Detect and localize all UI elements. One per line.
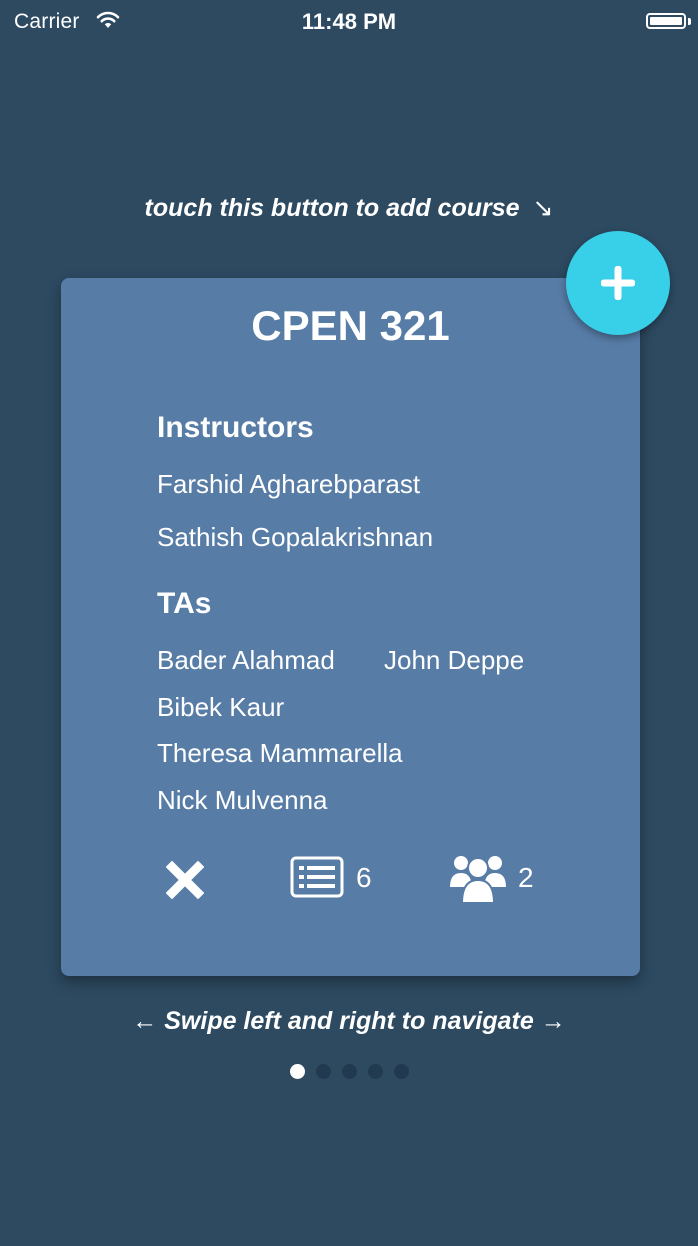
ta-name: Nick Mulvenna	[157, 785, 328, 815]
add-course-hint-text: touch this button to add course	[144, 194, 520, 222]
battery-nub	[688, 18, 691, 25]
navigate-hint: ← Swipe left and right to navigate →	[0, 1007, 698, 1036]
status-time: 11:48 PM	[301, 9, 397, 34]
list-icon[interactable]	[290, 856, 344, 903]
instructors-heading: Instructors	[157, 411, 314, 444]
group-count: 2	[518, 862, 534, 893]
ta-name: Bader Alahmad	[157, 645, 335, 675]
list-count: 6	[356, 862, 372, 893]
instructor-name: Sathish Gopalakrishnan	[157, 522, 434, 552]
ta-name: Theresa Mammarella	[157, 738, 403, 768]
add-course-hint: touch this button to add course ↘	[0, 193, 698, 223]
close-icon[interactable]	[165, 860, 205, 904]
instructor-name: Farshid Agharebparast	[157, 469, 421, 499]
battery-icon	[646, 13, 686, 29]
page-dot[interactable]	[289, 1064, 305, 1079]
group-icon[interactable]	[449, 851, 507, 908]
arrow-down-right-icon: ↘	[532, 194, 554, 222]
page-indicator[interactable]	[0, 1064, 698, 1079]
navigate-hint-text: Swipe left and right to navigate	[164, 1007, 534, 1035]
add-course-button[interactable]	[566, 231, 670, 335]
page-dot[interactable]	[315, 1064, 331, 1079]
status-bar: Carrier 11:48 PM	[0, 0, 698, 44]
course-card[interactable]: CPEN 321 Instructors Farshid Agharebpara…	[61, 278, 640, 976]
arrow-right-icon: →	[540, 1007, 566, 1035]
course-title: CPEN 321	[251, 302, 450, 349]
arrow-left-icon: ←	[132, 1007, 158, 1035]
page-dot[interactable]	[367, 1064, 383, 1079]
ta-name: Bibek Kaur	[157, 692, 285, 722]
plus-icon	[601, 266, 635, 300]
page-dot[interactable]	[341, 1064, 357, 1079]
ta-name: John Deppe	[384, 645, 525, 675]
tas-heading: TAs	[157, 587, 212, 620]
page-dot[interactable]	[393, 1064, 409, 1079]
